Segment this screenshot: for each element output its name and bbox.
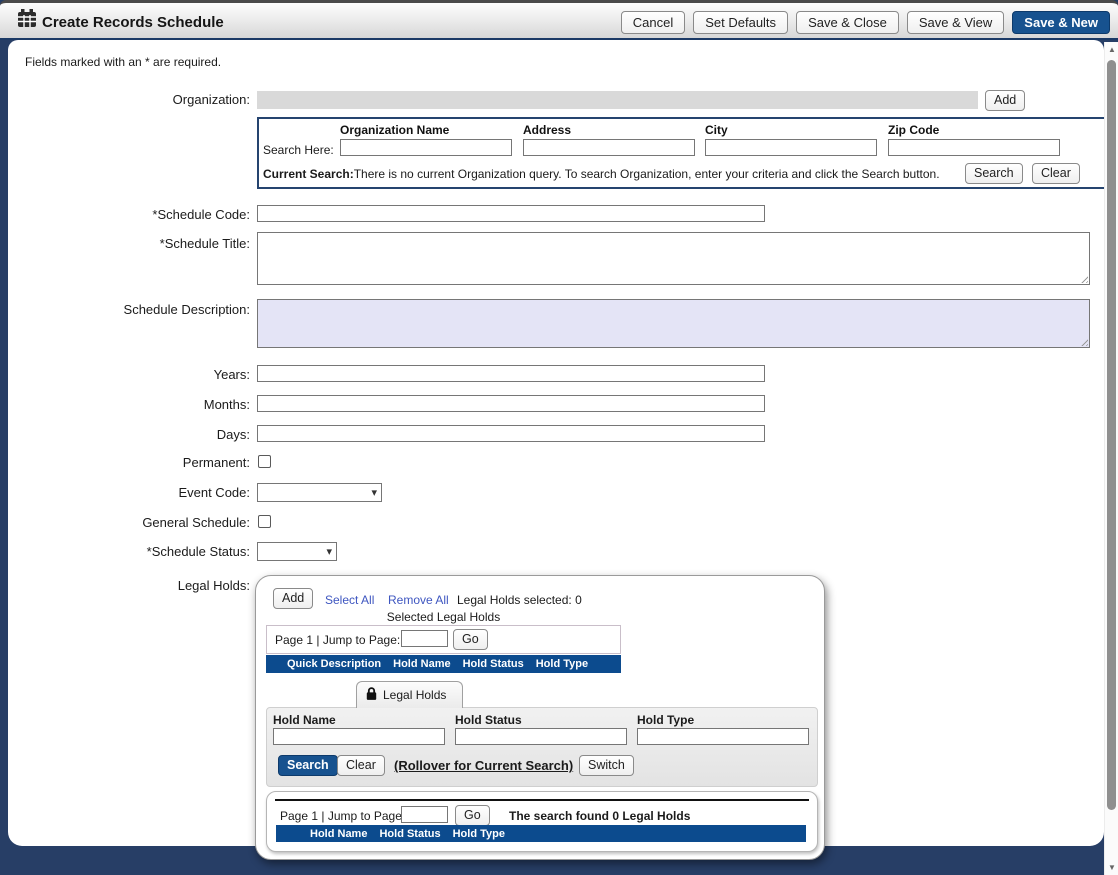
results-header-row: Hold Name Hold Status Hold Type bbox=[276, 825, 806, 842]
col-hold-name: Hold Name bbox=[393, 658, 450, 670]
selected-pager-text: Page 1 | Jump to Page: bbox=[275, 633, 400, 647]
selected-legal-holds-title: Selected Legal Holds bbox=[266, 610, 621, 624]
selected-jump-page-input[interactable] bbox=[401, 630, 448, 647]
permanent-checkbox[interactable] bbox=[258, 455, 271, 468]
holds-switch-button[interactable]: Switch bbox=[579, 755, 634, 776]
org-col-header-name: Organization Name bbox=[340, 123, 449, 137]
legal-holds-search-panel: Hold Name Hold Status Hold Type Search C… bbox=[266, 707, 818, 787]
results-found-text: The search found 0 Legal Holds bbox=[509, 809, 690, 823]
save-close-button[interactable]: Save & Close bbox=[796, 11, 899, 34]
legal-holds-tab[interactable]: Legal Holds bbox=[356, 681, 463, 708]
event-code-label: Event Code: bbox=[8, 484, 250, 501]
selected-holds-header-row: Quick Description Hold Name Hold Status … bbox=[266, 655, 621, 673]
days-input[interactable] bbox=[257, 425, 765, 442]
resize-handle-icon[interactable] bbox=[1079, 337, 1088, 346]
search-here-label: Search Here: bbox=[263, 143, 334, 157]
chevron-down-icon: ▾ bbox=[326, 545, 332, 558]
calendar-icon bbox=[17, 9, 37, 31]
hold-type-input[interactable] bbox=[637, 728, 809, 745]
page-title: Create Records Schedule bbox=[42, 14, 224, 31]
org-clear-button[interactable]: Clear bbox=[1032, 163, 1080, 184]
org-col-header-city: City bbox=[705, 123, 728, 137]
event-code-select[interactable]: ▾ bbox=[257, 483, 382, 502]
scroll-up-icon[interactable]: ▲ bbox=[1105, 45, 1118, 54]
hold-type-label: Hold Type bbox=[637, 713, 694, 727]
cancel-button[interactable]: Cancel bbox=[621, 11, 685, 34]
org-address-search-input[interactable] bbox=[523, 139, 695, 156]
remove-all-link[interactable]: Remove All bbox=[388, 593, 449, 607]
set-defaults-button[interactable]: Set Defaults bbox=[693, 11, 788, 34]
rollover-current-search-text[interactable]: (Rollover for Current Search) bbox=[394, 758, 573, 773]
holds-search-button[interactable]: Search bbox=[278, 755, 338, 776]
col-hold-type: Hold Type bbox=[536, 658, 588, 670]
res-col-hold-name: Hold Name bbox=[310, 828, 367, 840]
organization-value-field bbox=[257, 91, 978, 109]
org-zip-search-input[interactable] bbox=[888, 139, 1060, 156]
org-current-search-text: There is no current Organization query. … bbox=[354, 167, 940, 181]
chevron-down-icon: ▾ bbox=[371, 486, 377, 499]
header-actions: Cancel Set Defaults Save & Close Save & … bbox=[621, 11, 1110, 34]
general-schedule-checkbox[interactable] bbox=[258, 515, 271, 528]
hold-status-label: Hold Status bbox=[455, 713, 522, 727]
divider bbox=[275, 799, 809, 801]
select-all-link[interactable]: Select All bbox=[325, 593, 374, 607]
col-hold-status: Hold Status bbox=[463, 658, 524, 670]
schedule-description-label: Schedule Description: bbox=[8, 301, 250, 318]
legal-holds-label: Legal Holds: bbox=[8, 577, 250, 594]
months-label: Months: bbox=[8, 396, 250, 413]
organization-label: Organization: bbox=[8, 91, 250, 108]
legal-holds-popup: Add Select All Remove All Legal Holds se… bbox=[255, 575, 825, 860]
legal-holds-selected-count: Legal Holds selected: 0 bbox=[457, 593, 582, 607]
res-col-hold-type: Hold Type bbox=[453, 828, 505, 840]
results-go-button[interactable]: Go bbox=[455, 805, 490, 826]
days-label: Days: bbox=[8, 426, 250, 443]
legal-holds-tab-label: Legal Holds bbox=[383, 688, 446, 702]
permanent-label: Permanent: bbox=[8, 454, 250, 471]
save-new-button[interactable]: Save & New bbox=[1012, 11, 1110, 34]
hold-name-label: Hold Name bbox=[273, 713, 336, 727]
results-pager-text: Page 1 | Jump to Page: bbox=[280, 809, 405, 823]
organization-add-button[interactable]: Add bbox=[985, 90, 1025, 111]
legal-holds-add-button[interactable]: Add bbox=[273, 588, 313, 609]
schedule-title-textarea[interactable] bbox=[257, 232, 1090, 285]
months-input[interactable] bbox=[257, 395, 765, 412]
selected-go-button[interactable]: Go bbox=[453, 629, 488, 650]
scroll-down-icon[interactable]: ▼ bbox=[1105, 863, 1118, 872]
schedule-description-textarea[interactable] bbox=[257, 299, 1090, 348]
org-current-search-label: Current Search: bbox=[263, 167, 354, 181]
schedule-code-label: *Schedule Code: bbox=[8, 206, 250, 223]
results-jump-page-input[interactable] bbox=[401, 806, 448, 823]
schedule-status-label: *Schedule Status: bbox=[8, 543, 250, 560]
title-bar: Create Records Schedule Cancel Set Defau… bbox=[0, 0, 1118, 40]
schedule-title-label: *Schedule Title: bbox=[8, 235, 250, 252]
required-fields-note: Fields marked with an * are required. bbox=[25, 55, 221, 69]
selected-holds-pager-box: Page 1 | Jump to Page: Go bbox=[266, 625, 621, 654]
org-col-header-zip: Zip Code bbox=[888, 123, 939, 137]
scrollbar-thumb[interactable] bbox=[1107, 60, 1116, 810]
legal-holds-results-box: Page 1 | Jump to Page: Go The search fou… bbox=[266, 791, 818, 852]
hold-name-input[interactable] bbox=[273, 728, 445, 745]
holds-clear-button[interactable]: Clear bbox=[337, 755, 385, 776]
org-col-header-address: Address bbox=[523, 123, 571, 137]
general-schedule-label: General Schedule: bbox=[8, 514, 250, 531]
org-search-button[interactable]: Search bbox=[965, 163, 1023, 184]
org-city-search-input[interactable] bbox=[705, 139, 877, 156]
page: { "window": { "title": "Create Records S… bbox=[0, 0, 1118, 875]
organization-search-panel: Organization Name Address City Zip Code … bbox=[257, 117, 1104, 189]
org-current-search: Current Search:There is no current Organ… bbox=[263, 167, 940, 181]
col-quick-description: Quick Description bbox=[287, 658, 381, 670]
org-name-search-input[interactable] bbox=[340, 139, 512, 156]
save-view-button[interactable]: Save & View bbox=[907, 11, 1004, 34]
schedule-status-select[interactable]: ▾ bbox=[257, 542, 337, 561]
years-input[interactable] bbox=[257, 365, 765, 382]
years-label: Years: bbox=[8, 366, 250, 383]
resize-handle-icon[interactable] bbox=[1079, 274, 1088, 283]
schedule-code-input[interactable] bbox=[257, 205, 765, 222]
res-col-hold-status: Hold Status bbox=[379, 828, 440, 840]
vertical-scrollbar[interactable]: ▲ ▼ bbox=[1104, 42, 1118, 875]
hold-status-input[interactable] bbox=[455, 728, 627, 745]
lock-icon bbox=[364, 686, 379, 704]
